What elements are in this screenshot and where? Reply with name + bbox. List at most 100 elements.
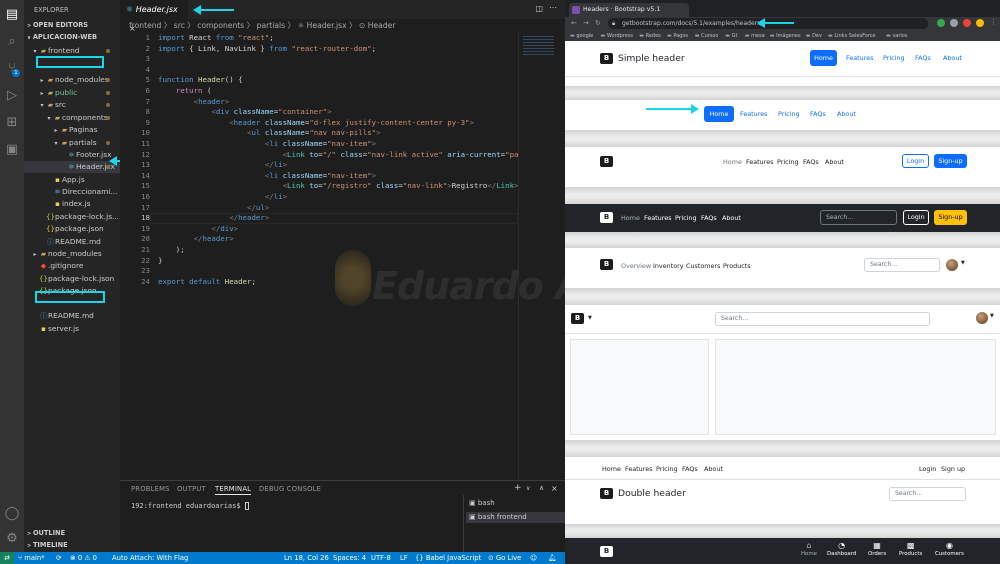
nav-features[interactable]: Features: [644, 214, 671, 222]
go-live-button[interactable]: ⊙ Go Live: [488, 552, 521, 564]
browser-menu-icon[interactable]: ⋮: [990, 18, 997, 26]
extension-icon-3[interactable]: [963, 19, 971, 27]
tree-item[interactable]: {}package.json: [24, 223, 120, 235]
code-line[interactable]: }: [158, 256, 162, 267]
extensions-icon[interactable]: ⊞: [4, 114, 20, 130]
chevron-down-icon[interactable]: ▼: [961, 260, 965, 266]
bookmark-item[interactable]: ▬ Dev: [806, 31, 822, 41]
bookmark-item[interactable]: ▬ Cursos: [695, 31, 718, 41]
code-line[interactable]: export default Header;: [158, 277, 256, 288]
nav-about[interactable]: About: [704, 465, 723, 473]
maximize-panel-icon[interactable]: ∧: [539, 484, 544, 492]
notifications-icon[interactable]: 🔔︎: [548, 552, 557, 564]
tree-item[interactable]: ⓘREADME.md: [24, 310, 120, 322]
bookmark-item[interactable]: ▬ Wordpress: [601, 31, 634, 41]
sync-icon[interactable]: ⟳: [56, 552, 62, 564]
minimap[interactable]: [518, 32, 558, 480]
code-line[interactable]: </li>: [158, 160, 287, 171]
nav-faqs[interactable]: FAQs: [810, 110, 826, 118]
nav-home[interactable]: Home: [602, 465, 621, 473]
remote-icon[interactable]: ⇄: [0, 552, 14, 564]
nav-features[interactable]: Features: [740, 110, 767, 118]
panel-tab-problems[interactable]: PROBLEMS: [131, 485, 170, 493]
nav-features[interactable]: Features: [746, 158, 773, 166]
language-mode[interactable]: {} Babel JavaScript: [415, 552, 481, 564]
tree-item[interactable]: ▾ ▰ components: [24, 112, 120, 124]
login-button[interactable]: Login: [903, 210, 929, 225]
search-input[interactable]: Search...: [715, 312, 930, 326]
bookmark-item[interactable]: ▬ Imágenes: [770, 31, 801, 41]
code-line[interactable]: );: [158, 245, 185, 256]
bookmark-item[interactable]: ▬ Redes: [639, 31, 661, 41]
tab-header-jsx[interactable]: ⚛ Header.jsx ×: [120, 0, 188, 33]
open-editors-section[interactable]: > OPEN EDITORS: [27, 21, 88, 29]
bookmark-item[interactable]: ▬ google: [570, 31, 593, 41]
tree-item[interactable]: ▾ ▰ src: [24, 99, 120, 111]
bootstrap-logo[interactable]: B: [600, 488, 613, 499]
icon-nav-item[interactable]: ⌂ Home: [801, 541, 817, 557]
tree-item[interactable]: ▪ App.js: [24, 174, 120, 186]
terminal-list-bash-1[interactable]: ▣ bash: [469, 499, 495, 507]
nav-home-active[interactable]: Home: [704, 106, 734, 122]
forward-icon[interactable]: →: [583, 19, 589, 27]
close-panel-icon[interactable]: ×: [551, 484, 558, 493]
new-terminal-icon[interactable]: +: [514, 483, 522, 493]
panel-tab-terminal[interactable]: TERMINAL: [215, 485, 252, 495]
nav-pricing[interactable]: Pricing: [778, 110, 800, 118]
search-input[interactable]: Search...: [864, 258, 940, 272]
more-actions-icon[interactable]: ⋯: [549, 3, 557, 12]
run-debug-icon[interactable]: ▷: [4, 87, 20, 103]
browser-tab[interactable]: Headers · Bootstrap v5.1: [569, 3, 689, 17]
chevron-down-icon[interactable]: ▼: [990, 313, 994, 319]
bookmark-item[interactable]: ▬ Pagos: [667, 31, 688, 41]
signup-button[interactable]: Sign-up: [934, 154, 967, 168]
code-line[interactable]: <Link to="/" class="nav-link active" ari…: [158, 150, 555, 161]
code-line[interactable]: <header className="d-flex justify-conten…: [158, 118, 474, 129]
tree-item[interactable]: ▸ ▰ public: [24, 87, 120, 99]
tree-item[interactable]: ▪ server.js: [24, 323, 120, 335]
tree-item[interactable]: ▸ ▰ node_modules: [24, 248, 120, 260]
extension-icon[interactable]: [937, 19, 945, 27]
signup-button[interactable]: Sign-up: [934, 210, 967, 225]
tree-item[interactable]: ▾ ▰ partials: [24, 137, 120, 149]
icon-nav-item[interactable]: ◔ Dashboard: [827, 541, 856, 557]
icon-nav-item[interactable]: ◉ Customers: [935, 541, 964, 557]
code-line[interactable]: </div>: [158, 224, 238, 235]
search-icon[interactable]: ⌕: [4, 33, 20, 49]
code-line[interactable]: return (: [158, 86, 212, 97]
bootstrap-logo[interactable]: B: [600, 259, 613, 270]
icon-nav-item[interactable]: ▩ Products: [899, 541, 922, 557]
tree-item[interactable]: ▪ index.js: [24, 198, 120, 210]
nav-about[interactable]: About: [943, 54, 962, 62]
cursor-position[interactable]: Ln 18, Col 26: [284, 552, 329, 564]
nav-faqs[interactable]: FAQs: [915, 54, 931, 62]
bootstrap-logo[interactable]: B: [600, 53, 613, 64]
nav-pricing[interactable]: Pricing: [883, 54, 905, 62]
panel-tab-debug-console[interactable]: DEBUG CONSOLE: [259, 485, 321, 493]
project-section[interactable]: ∨ APLICACION-WEB: [27, 33, 97, 41]
bootstrap-logo[interactable]: B: [600, 546, 613, 557]
feedback-icon[interactable]: ☺: [530, 552, 537, 564]
login-button[interactable]: Login: [902, 154, 929, 168]
nav-home-active[interactable]: Home: [810, 50, 837, 66]
code-line[interactable]: </li>: [158, 192, 287, 203]
breadcrumb[interactable]: frontend 〉 src 〉 components 〉 partials 〉…: [120, 19, 565, 32]
profile-avatar[interactable]: [976, 19, 984, 27]
extension-icon-2[interactable]: [950, 19, 958, 27]
tree-item[interactable]: ▸ ▰ Paginas: [24, 124, 120, 136]
bootstrap-logo[interactable]: B: [571, 313, 584, 324]
indentation[interactable]: Spaces: 4: [333, 552, 366, 564]
user-avatar[interactable]: [946, 259, 958, 271]
tree-item[interactable]: ▸ ▰ node_modules: [24, 74, 120, 86]
panel-tab-output[interactable]: OUTPUT: [177, 485, 206, 493]
branch-indicator[interactable]: ⑂ main*: [18, 552, 45, 564]
terminal-prompt[interactable]: 192:frontend eduardoarias$: [131, 502, 249, 510]
tree-item[interactable]: {}package-lock.js...: [24, 211, 120, 223]
nav-faqs[interactable]: FAQs: [701, 214, 717, 222]
login-link[interactable]: Login: [919, 465, 936, 473]
nav-pricing[interactable]: Pricing: [656, 465, 678, 473]
nav-about[interactable]: About: [825, 158, 844, 166]
code-line[interactable]: </ul>: [158, 203, 269, 214]
code-line[interactable]: import { Link, NavLink } from "react-rou…: [158, 44, 376, 55]
tree-item[interactable]: ⚛Footer.jsx: [24, 149, 120, 161]
